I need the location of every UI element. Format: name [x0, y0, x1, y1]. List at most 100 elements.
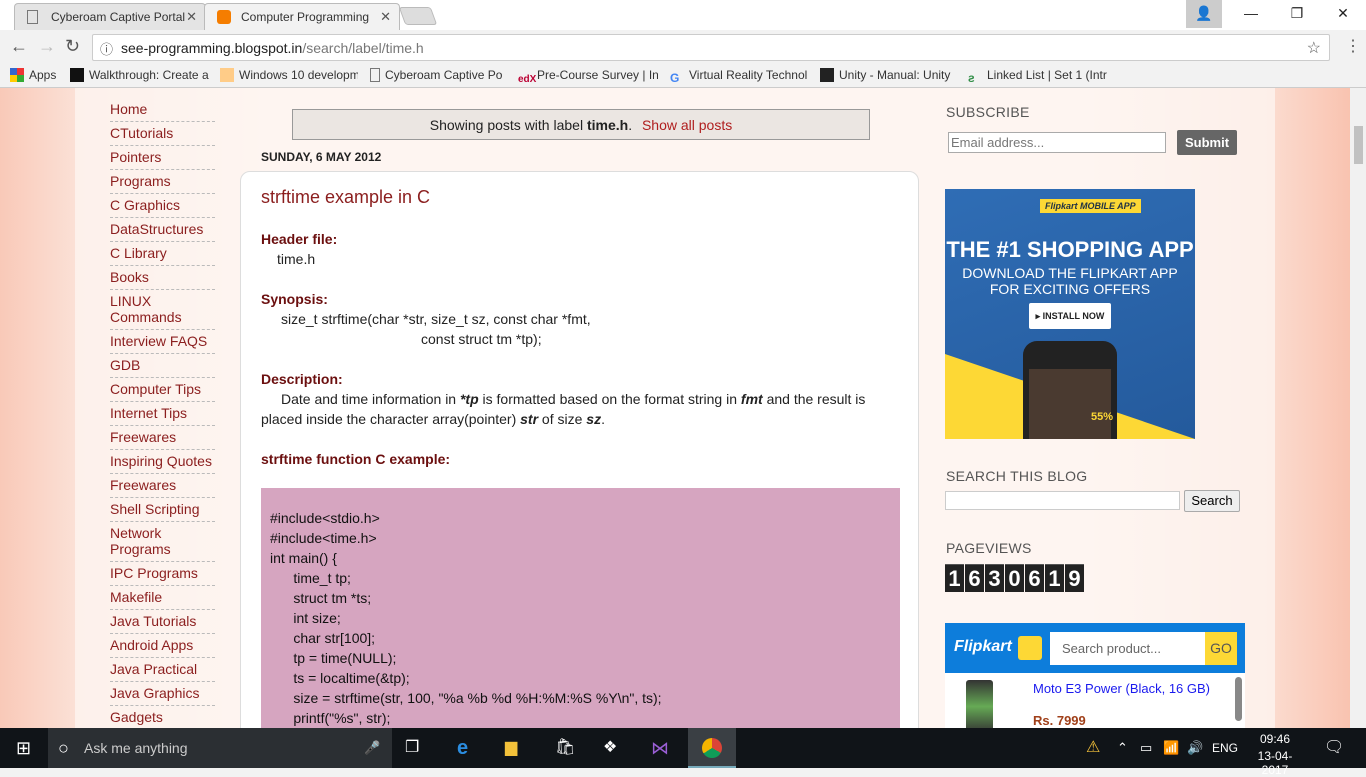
restore-button[interactable]: ❐: [1274, 0, 1320, 28]
ad-headline: THE #1 SHOPPING APP: [946, 237, 1194, 262]
description-section: Description: Date and time information in…: [261, 371, 866, 427]
nav-link[interactable]: LINUX Commands: [110, 290, 215, 330]
nav-link[interactable]: Gadgets: [110, 706, 215, 728]
bookmark-vr[interactable]: G Virtual Reality Technol: [670, 68, 808, 85]
bookmark-linked-list[interactable]: ƨ Linked List | Set 1 (Intr: [968, 68, 1108, 85]
profile-icon[interactable]: 👤: [1186, 0, 1222, 28]
ad-sub1: DOWNLOAD THE FLIPKART APP: [962, 265, 1178, 281]
microphone-icon[interactable]: 🎤: [364, 728, 380, 768]
nav-link[interactable]: Programs: [110, 170, 215, 194]
file-explorer-icon[interactable]: ▆: [505, 728, 517, 768]
action-center-icon[interactable]: 🗨: [1324, 728, 1344, 768]
windows-start-icon[interactable]: ⊞: [16, 728, 31, 768]
apps-grid-icon: [10, 68, 24, 82]
digit: 0: [1005, 564, 1024, 592]
task-view-icon[interactable]: ❐: [405, 728, 419, 768]
submit-button[interactable]: Submit: [1177, 130, 1237, 155]
product-search-input[interactable]: Search product...: [1050, 632, 1205, 665]
cortana-search-box[interactable]: ○ Ask me anything 🎤: [48, 728, 392, 768]
nav-link[interactable]: Books: [110, 266, 215, 290]
product-image: [966, 680, 993, 728]
nav-link[interactable]: Java Graphics: [110, 682, 215, 706]
wifi-warning-icon[interactable]: 📶: [1163, 728, 1179, 768]
web-page: Home CTutorials Pointers Programs C Graphics…: [0, 88, 1350, 728]
show-all-posts-link[interactable]: Show all posts: [642, 117, 732, 133]
close-tab-icon[interactable]: ✕: [186, 9, 197, 25]
nav-link[interactable]: Freewares: [110, 426, 215, 450]
tab-cyberoam[interactable]: Cyberoam Captive Portal ✕: [14, 3, 206, 30]
bookmark-windows10[interactable]: Windows 10 developm: [220, 68, 358, 82]
nav-link[interactable]: Home: [110, 98, 215, 122]
tab-computer-programming[interactable]: Computer Programming ✕: [204, 3, 400, 30]
visual-studio-icon[interactable]: ⋈: [651, 728, 669, 768]
windows-dev-icon: [220, 68, 234, 82]
forward-icon[interactable]: →: [38, 36, 56, 57]
nav-link[interactable]: Computer Tips: [110, 378, 215, 402]
volume-icon[interactable]: 🔊: [1187, 728, 1203, 768]
install-now-button[interactable]: ▸ INSTALL NOW: [1029, 303, 1111, 329]
page-icon: [27, 10, 38, 24]
email-input[interactable]: Email address...: [948, 132, 1166, 153]
nav-link[interactable]: CTutorials: [110, 122, 215, 146]
search-button[interactable]: Search: [1184, 490, 1240, 512]
dropbox-icon[interactable]: ❖: [603, 728, 617, 768]
widget-scrollbar[interactable]: [1235, 677, 1242, 721]
clock[interactable]: 09:46 13-04-2017: [1250, 732, 1300, 777]
store-icon[interactable]: 🛍: [555, 728, 575, 768]
nav-link[interactable]: Java Tutorials: [110, 610, 215, 634]
digit: 1: [945, 564, 964, 592]
nav-link[interactable]: C Graphics: [110, 194, 215, 218]
nav-link[interactable]: Shell Scripting: [110, 498, 215, 522]
search-blog-title: SEARCH THIS BLOG: [946, 468, 1088, 484]
chrome-icon: [702, 738, 722, 758]
nav-link[interactable]: GDB: [110, 354, 215, 378]
nav-link[interactable]: DataStructures: [110, 218, 215, 242]
nav-link[interactable]: Freewares: [110, 474, 215, 498]
digit: 1: [1045, 564, 1064, 592]
nav-link[interactable]: IPC Programs: [110, 562, 215, 586]
page-scrollbar[interactable]: [1350, 88, 1366, 728]
address-bar[interactable]: ⓘ see-programming.blogspot.in/search/lab…: [92, 34, 1330, 61]
warning-icon[interactable]: ⚠: [1086, 728, 1100, 768]
nav-link[interactable]: Makefile: [110, 586, 215, 610]
tab-title: Cyberoam Captive Portal: [51, 10, 186, 24]
bookmark-walkthrough[interactable]: Walkthrough: Create a: [70, 68, 210, 82]
bookmark-edx[interactable]: edXPre-Course Survey | In: [518, 68, 658, 88]
nav-link[interactable]: Inspiring Quotes: [110, 450, 215, 474]
new-tab-button[interactable]: [398, 7, 438, 25]
cortana-icon: ○: [58, 738, 69, 758]
bookmark-apps[interactable]: Apps: [10, 68, 56, 82]
nav-link[interactable]: Internet Tips: [110, 402, 215, 426]
bookmark-cyberoam[interactable]: Cyberoam Captive Po: [370, 68, 508, 82]
nav-link[interactable]: Pointers: [110, 146, 215, 170]
close-window-button[interactable]: ✕: [1320, 0, 1366, 28]
go-button[interactable]: GO: [1205, 632, 1237, 665]
code-block: #include<stdio.h> #include<time.h> int m…: [261, 488, 900, 728]
product-name-link[interactable]: Moto E3 Power (Black, 16 GB): [1033, 681, 1210, 696]
battery-icon[interactable]: ▭: [1140, 728, 1152, 768]
google-icon: G: [670, 71, 680, 85]
bookmark-star-icon[interactable]: ☆: [1307, 38, 1321, 58]
nav-link[interactable]: Android Apps: [110, 634, 215, 658]
nav-link[interactable]: C Library: [110, 242, 215, 266]
blog-search-input[interactable]: [945, 491, 1180, 510]
minimize-button[interactable]: —: [1228, 0, 1274, 28]
edx-icon: edX: [518, 74, 537, 85]
edge-icon[interactable]: e: [457, 728, 468, 768]
language-indicator[interactable]: ENG: [1212, 728, 1238, 768]
nav-link[interactable]: Java Practical: [110, 658, 215, 682]
post-title[interactable]: strftime example in C: [261, 187, 430, 208]
show-hidden-icons[interactable]: ⌃: [1117, 728, 1128, 768]
reload-icon[interactable]: ↻: [65, 36, 80, 57]
bookmark-unity[interactable]: Unity - Manual: Unity: [820, 68, 956, 82]
back-icon[interactable]: ←: [10, 36, 28, 57]
nav-link[interactable]: Network Programs: [110, 522, 215, 562]
chrome-taskbar-button[interactable]: [688, 728, 736, 768]
close-tab-icon[interactable]: ✕: [380, 9, 391, 25]
scrollbar-thumb[interactable]: [1354, 126, 1363, 164]
m-icon: [70, 68, 84, 82]
menu-icon[interactable]: ⋮: [1345, 36, 1361, 56]
nav-link[interactable]: Interview FAQS: [110, 330, 215, 354]
url-path: /search/label/time.h: [302, 40, 424, 56]
flipkart-app-ad[interactable]: Flipkart MOBILE APP THE #1 SHOPPING APP …: [945, 189, 1195, 439]
